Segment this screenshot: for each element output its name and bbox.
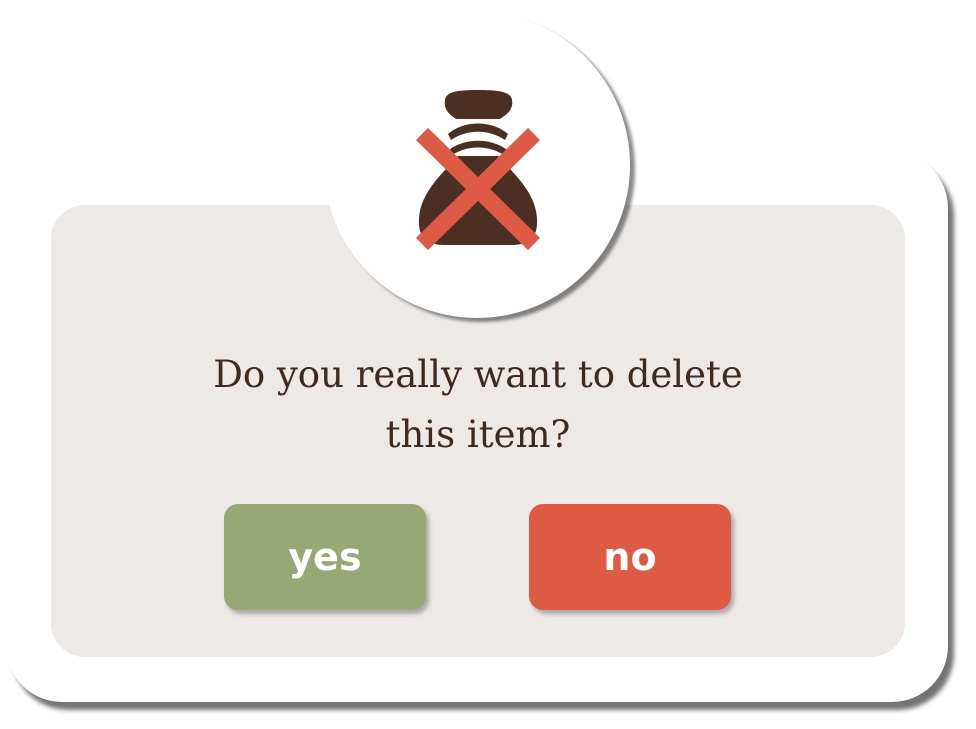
- dialog-message: Do you really want to delete this item?: [51, 345, 905, 465]
- dialog-message-line-2: this item?: [385, 413, 571, 456]
- icon-badge: [324, 12, 630, 318]
- money-bag-crossed-icon: [416, 90, 540, 251]
- dialog-message-line-1: Do you really want to delete: [213, 353, 743, 396]
- yes-button[interactable]: yes: [224, 504, 426, 610]
- delete-confirm-dialog: Do you really want to delete this item? …: [0, 0, 976, 729]
- no-button[interactable]: no: [529, 504, 731, 610]
